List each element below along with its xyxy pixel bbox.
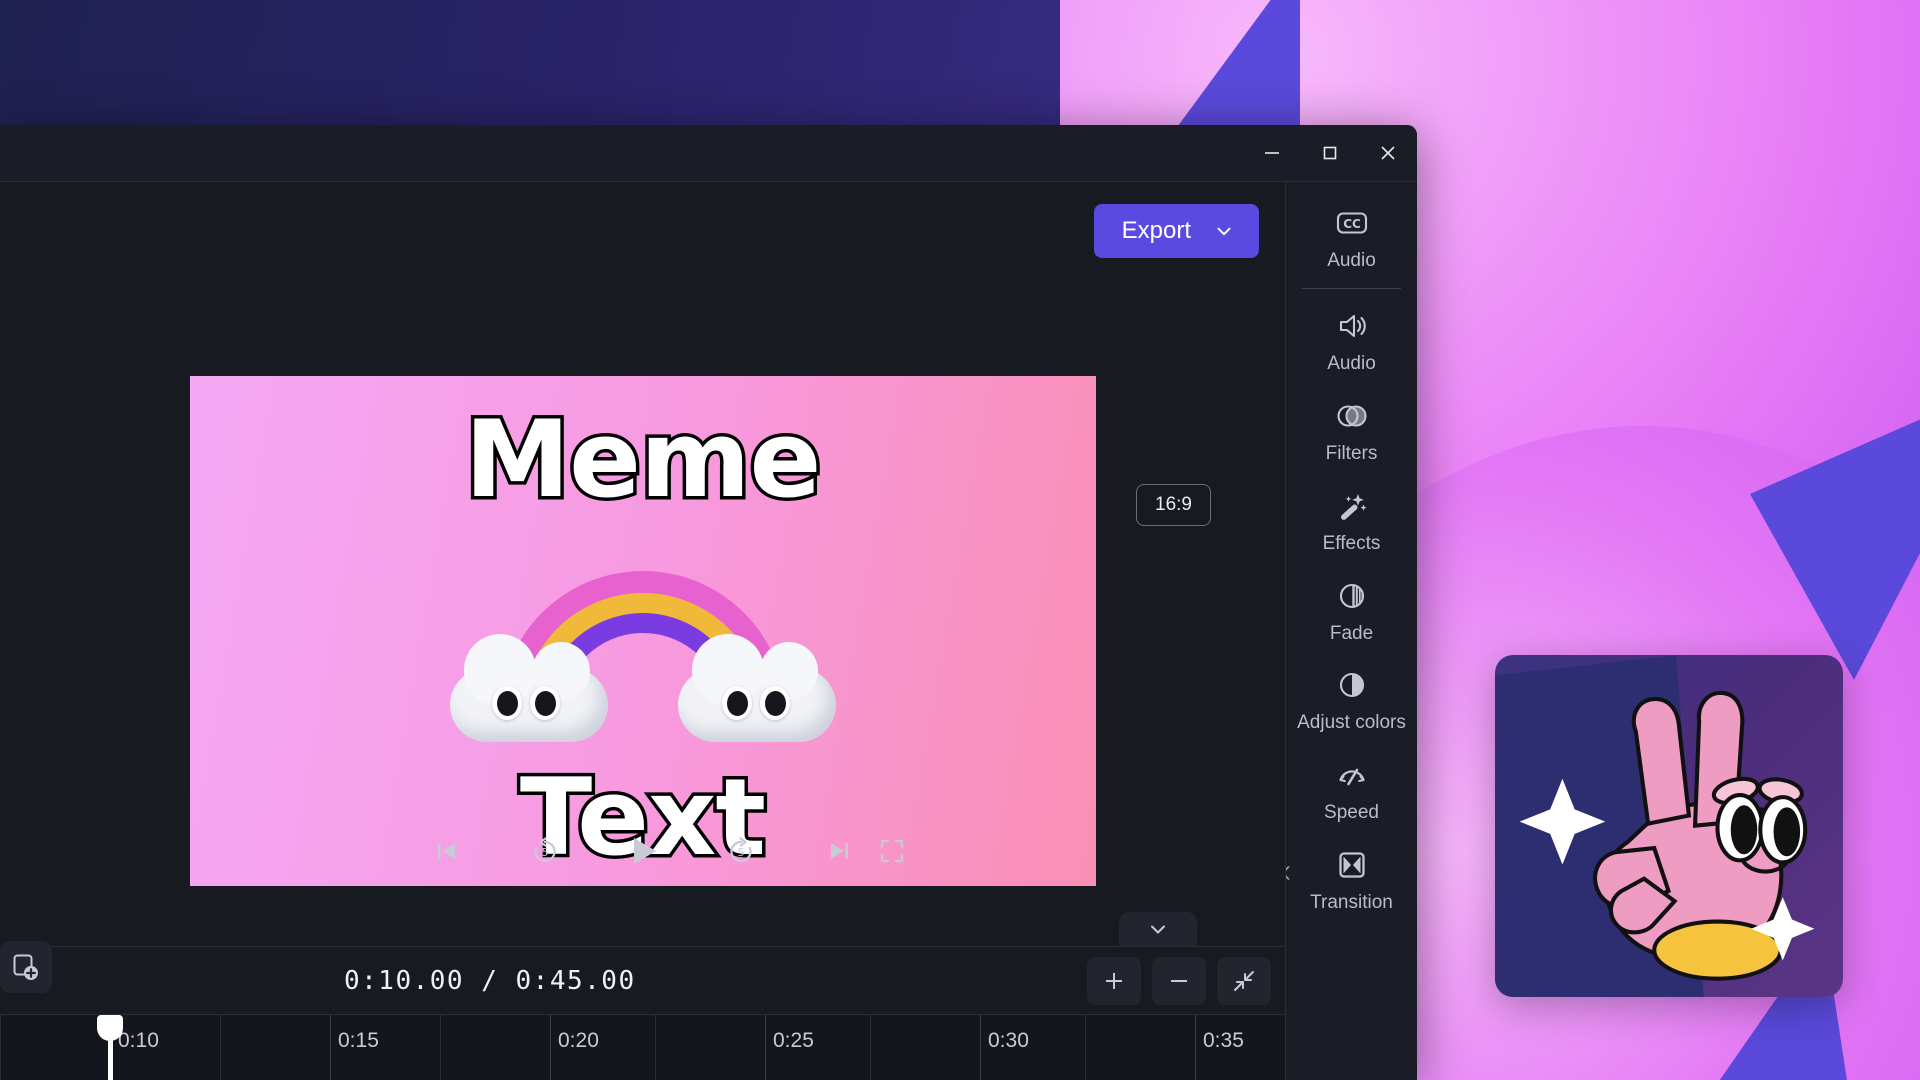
svg-text:5: 5	[737, 846, 744, 859]
add-media-icon	[13, 954, 38, 980]
play-button[interactable]	[620, 828, 666, 874]
chevron-left-icon	[1286, 866, 1290, 880]
sidebar-item-adjust-colors[interactable]: Adjust colors	[1286, 654, 1417, 744]
ruler-minor-tick	[1085, 1015, 1086, 1080]
rainbow-clouds-artwork	[449, 571, 836, 742]
fit-to-screen-button[interactable]	[1217, 956, 1271, 1005]
rewind-5-icon: 5	[533, 837, 556, 863]
ruler-tick-label: 0:35	[1203, 1029, 1244, 1052]
magic-wand-icon	[1340, 493, 1367, 520]
export-button[interactable]: Export	[1093, 204, 1259, 258]
sidebar-item-fade[interactable]: Fade	[1286, 565, 1417, 655]
sidebar-item-label: Adjust colors	[1297, 712, 1406, 734]
sidebar-item-audio[interactable]: Audio	[1286, 295, 1417, 385]
preview-top-text: Meme	[461, 395, 825, 525]
peace-hand-widget[interactable]	[1495, 655, 1843, 997]
svg-text:CC: CC	[1343, 217, 1361, 231]
play-icon	[633, 838, 656, 864]
rewind-5-button[interactable]: 5	[522, 828, 568, 874]
clipchamp-window: Export 16:9 Meme Text 5 5 0:10.00 / 0:45…	[0, 125, 1417, 1080]
sidebar-item-transition[interactable]: Transition	[1286, 834, 1417, 924]
sidebar-item-label: Filters	[1325, 442, 1378, 464]
zoom-in-button[interactable]	[1087, 956, 1141, 1005]
contrast-circle-icon	[1339, 673, 1364, 698]
speedometer-icon	[1338, 769, 1365, 786]
skip-to-start-button[interactable]	[424, 828, 470, 874]
playhead-handle[interactable]	[97, 1015, 123, 1041]
widget-background-wedge	[1495, 655, 1704, 997]
skip-previous-icon	[437, 843, 455, 859]
minimize-button[interactable]	[1243, 125, 1301, 181]
video-preview-canvas[interactable]: Meme Text	[189, 376, 1096, 886]
forward-5-icon: 5	[729, 837, 752, 863]
collapse-sidebar-button[interactable]	[1286, 830, 1300, 916]
speaker-volume-icon	[1339, 314, 1366, 337]
aspect-ratio-button[interactable]: 16:9	[1136, 484, 1211, 526]
wallpaper-shape-navy-top	[0, 0, 1060, 130]
sidebar-item-label: Fade	[1329, 622, 1374, 644]
video-preview-wrapper: Meme Text	[189, 376, 1096, 886]
ruler-minor-tick	[0, 1015, 1, 1080]
playhead-stem	[107, 1039, 113, 1080]
ruler-minor-tick	[655, 1015, 656, 1080]
chevron-down-icon	[1217, 227, 1231, 236]
minus-icon	[1171, 979, 1187, 982]
overlapping-circles-icon	[1336, 405, 1367, 427]
closed-captions-icon: CC	[1336, 212, 1367, 234]
ruler-minor-tick	[870, 1015, 871, 1080]
ruler-tick-label: 0:25	[773, 1029, 814, 1052]
cloud-left-eye-1	[491, 686, 522, 720]
add-media-button[interactable]	[0, 941, 52, 993]
export-button-label: Export	[1121, 217, 1191, 244]
sidebar-item-speed[interactable]: Speed	[1286, 744, 1417, 834]
fullscreen-button[interactable]	[869, 828, 915, 874]
cloud-left-eye-2	[529, 686, 560, 720]
editor-main-column: Export 16:9 Meme Text 5 5 0:10.00 / 0:45…	[0, 181, 1285, 1080]
time-display: 0:10.00 / 0:45.00	[344, 965, 636, 996]
sidebar-item-captions[interactable]: CC Audio	[1286, 192, 1417, 282]
cloud-right	[677, 634, 836, 742]
sidebar-item-label: Effects	[1322, 532, 1381, 554]
ruler-minor-tick	[440, 1015, 441, 1080]
close-button[interactable]	[1359, 125, 1417, 181]
plus-icon	[1106, 972, 1122, 989]
collapse-preview-tab[interactable]	[1119, 912, 1197, 946]
ruler-minor-tick	[220, 1015, 221, 1080]
export-row: Export	[1093, 204, 1259, 258]
fade-circle-icon	[1339, 583, 1364, 608]
forward-5-button[interactable]: 5	[718, 828, 764, 874]
tools-sidebar: CC Audio Audio Filters Effects Fade Adju…	[1285, 181, 1417, 1080]
sidebar-divider	[1302, 287, 1401, 289]
sidebar-item-label: Transition	[1310, 892, 1393, 914]
ruler-tick-label: 0:30	[988, 1029, 1029, 1052]
sidebar-item-label: Audio	[1327, 352, 1376, 374]
preview-area: Export 16:9 Meme Text 5 5	[0, 182, 1285, 946]
sidebar-item-effects[interactable]: Effects	[1286, 475, 1417, 565]
skip-next-icon	[830, 843, 848, 859]
sidebar-item-label: Speed	[1324, 802, 1379, 824]
maximize-button[interactable]	[1301, 125, 1359, 181]
zoom-out-button[interactable]	[1152, 956, 1206, 1005]
skip-to-end-button[interactable]	[816, 828, 862, 874]
transition-icon	[1338, 852, 1365, 878]
cloud-right-eye-1	[721, 686, 752, 720]
fullscreen-icon	[880, 839, 904, 863]
sidebar-item-filters[interactable]: Filters	[1286, 385, 1417, 475]
cloud-left	[449, 634, 608, 742]
timeline-ruler[interactable]: 0:10 0:15 0:20 0:25 0:30 0:35	[0, 1014, 1285, 1080]
ruler-tick-label: 0:15	[338, 1029, 379, 1052]
svg-text:5: 5	[541, 846, 548, 859]
chevron-down-icon	[1151, 925, 1165, 934]
ruler-tick-label: 0:20	[558, 1029, 599, 1052]
timeline-zoom-controls	[1087, 956, 1271, 1005]
timeline-toolbar: 0:10.00 / 0:45.00	[0, 941, 1285, 1014]
window-titlebar	[0, 125, 1417, 181]
playback-controls: 5 5	[0, 828, 1285, 874]
cloud-right-eye-2	[759, 686, 790, 720]
fit-to-screen-icon	[1234, 970, 1254, 991]
sidebar-item-label: Audio	[1327, 250, 1376, 271]
timeline-playhead[interactable]	[97, 1015, 123, 1080]
